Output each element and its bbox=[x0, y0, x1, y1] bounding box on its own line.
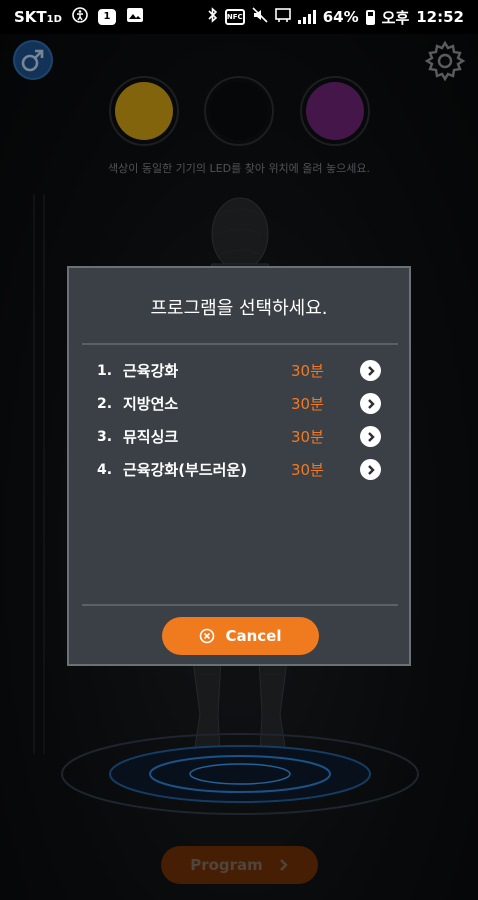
clock: 12:52 bbox=[416, 8, 464, 26]
cancel-button[interactable]: Cancel bbox=[162, 617, 319, 655]
program-number: 2. bbox=[97, 395, 113, 412]
program-item-4[interactable]: 4. 근육강화(부드러운) 30분 bbox=[69, 453, 409, 486]
program-number: 4. bbox=[97, 461, 113, 478]
wifi-call-icon bbox=[274, 7, 291, 27]
carrier-label: SKT1D bbox=[14, 8, 62, 26]
arrow-right-circle-icon[interactable] bbox=[360, 459, 381, 480]
program-name: 지방연소 bbox=[123, 395, 179, 413]
program-duration: 30분 bbox=[291, 461, 324, 479]
arrow-right-circle-icon[interactable] bbox=[360, 393, 381, 414]
nfc-icon: NFC bbox=[224, 9, 245, 25]
program-duration: 30분 bbox=[291, 362, 324, 380]
program-number: 3. bbox=[97, 428, 113, 445]
time-ampm: 오후 bbox=[381, 8, 410, 27]
dialog-title: 프로그램을 선택하세요. bbox=[150, 298, 328, 319]
program-name: 근육강화 bbox=[123, 362, 179, 380]
accessibility-icon bbox=[72, 7, 88, 27]
divider-top bbox=[82, 343, 398, 345]
image-icon bbox=[126, 7, 144, 27]
program-item-3[interactable]: 3. 뮤직싱크 30분 bbox=[69, 420, 409, 453]
battery-percent: 64% bbox=[322, 8, 359, 26]
program-item-1[interactable]: 1. 근육강화 30분 bbox=[69, 354, 409, 387]
mute-icon bbox=[252, 7, 268, 27]
program-select-dialog: 프로그램을 선택하세요. 1. 근육강화 30분 2. 지방연소 30분 3. … bbox=[67, 266, 411, 666]
program-duration: 30분 bbox=[291, 395, 324, 413]
program-item-2[interactable]: 2. 지방연소 30분 bbox=[69, 387, 409, 420]
status-bar: SKT1D 1 NFC 64% 오후 12:52 bbox=[0, 0, 478, 34]
program-number: 1. bbox=[97, 362, 113, 379]
program-list: 1. 근육강화 30분 2. 지방연소 30분 3. 뮤직싱크 30분 4. 근… bbox=[69, 354, 409, 486]
program-name: 뮤직싱크 bbox=[123, 428, 179, 446]
arrow-right-circle-icon[interactable] bbox=[360, 360, 381, 381]
signal-icon bbox=[297, 10, 316, 24]
notification-badge: 1 bbox=[97, 9, 116, 25]
cancel-circle-icon bbox=[200, 628, 215, 644]
battery-icon bbox=[365, 9, 375, 25]
arrow-right-circle-icon[interactable] bbox=[360, 426, 381, 447]
bluetooth-icon bbox=[208, 7, 218, 27]
program-name: 근육강화(부드러운) bbox=[123, 461, 248, 479]
program-duration: 30분 bbox=[291, 428, 324, 446]
divider-bottom bbox=[82, 604, 398, 606]
cancel-button-label: Cancel bbox=[225, 627, 282, 645]
